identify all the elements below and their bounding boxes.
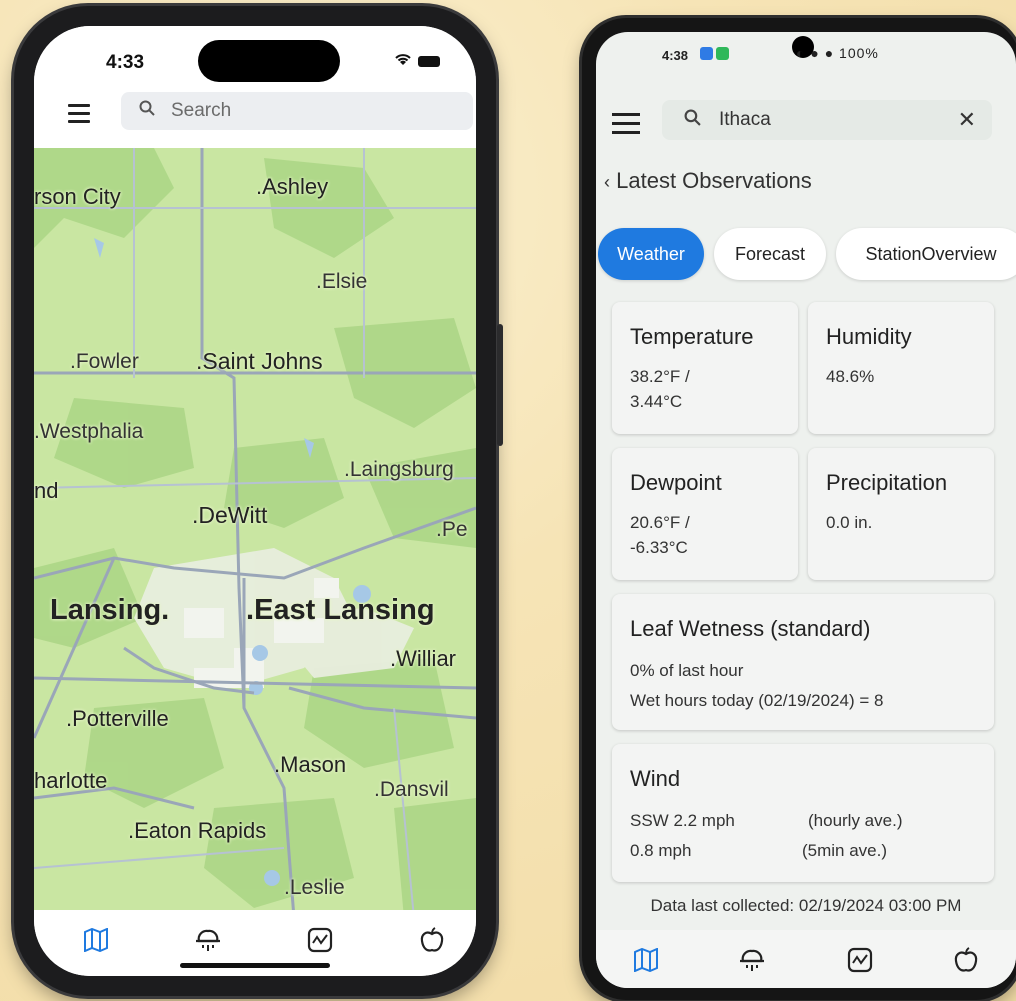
map-label-charlotte: harlotte — [34, 768, 108, 793]
tab-station-overview[interactable]: StationOverview — [836, 228, 1016, 280]
map-label-westphalia: .Westphalia — [34, 420, 144, 443]
map-icon — [84, 928, 108, 952]
tab-map[interactable] — [626, 940, 666, 980]
search-value: Ithaca — [719, 109, 771, 130]
back-button[interactable]: ‹ Latest Observations — [604, 168, 812, 194]
battery-level: 100% — [839, 45, 879, 61]
iphone-screen: 4:33 Search rson City .Ashley .Elsie .Fo… — [34, 26, 476, 976]
map-label-saint-johns: .Saint Johns — [196, 348, 323, 374]
chart-icon — [307, 927, 333, 953]
card-title: Temperature — [630, 324, 754, 349]
map-label-fowler: .Fowler — [70, 350, 139, 373]
precipitation-card: Precipitation 0.0 in. — [808, 448, 994, 580]
wind-card: Wind SSW 2.2 mph (hourly ave.) 0.8 mph (… — [612, 744, 994, 882]
map-label-dewitt: .DeWitt — [192, 502, 268, 528]
weather-icon — [740, 949, 764, 971]
wind-note-5min: (5min ave.) — [802, 841, 888, 860]
notification-icon — [716, 47, 729, 60]
card-value: Wet hours today (02/19/2024) = 8 — [630, 691, 884, 710]
map-label-carson-city: rson City — [34, 184, 121, 209]
card-value: 3.44°C — [630, 392, 683, 411]
status-time: 4:33 — [106, 52, 145, 73]
map-label-dansville: .Dansvil — [374, 778, 449, 801]
map-label-nd: nd — [34, 478, 59, 503]
card-title: Wind — [630, 766, 681, 791]
map-view[interactable]: rson City .Ashley .Elsie .Fowler .Saint … — [34, 148, 476, 918]
temperature-card: Temperature 38.2°F / 3.44°C — [612, 302, 798, 434]
chart-icon — [847, 947, 873, 973]
search-icon — [139, 100, 155, 122]
notification-icon — [700, 47, 713, 60]
map-label-potterville: .Potterville — [66, 706, 169, 731]
wind-speed-hourly: SSW 2.2 mph — [630, 811, 735, 830]
map-label-eaton-rapids: .Eaton Rapids — [128, 818, 267, 843]
status-icons: ◐ ● ● 100% — [796, 45, 879, 61]
humidity-card: Humidity 48.6% — [808, 302, 994, 434]
tab-chart[interactable] — [840, 940, 880, 980]
battery-icon — [418, 56, 440, 68]
map-label-leslie: .Leslie — [284, 876, 345, 899]
android-screen: 4:38 ◐ ● ● 100% Ithaca ✕ ‹ Latest Observ… — [596, 32, 1016, 988]
status-time: 4:38 — [662, 48, 689, 63]
wifi-icon — [394, 53, 418, 70]
side-button — [497, 324, 503, 446]
search-input[interactable]: Search — [121, 92, 473, 130]
card-value: 20.6°F / — [630, 513, 690, 532]
map-icon — [634, 948, 658, 972]
card-title: Humidity — [826, 324, 912, 349]
search-icon — [684, 109, 701, 132]
card-value: 48.6% — [826, 367, 875, 386]
iphone-device: 4:33 Search rson City .Ashley .Elsie .Fo… — [14, 6, 503, 996]
tab-chart[interactable] — [300, 920, 340, 960]
app-header: Search — [34, 88, 476, 148]
card-value: -6.33°C — [630, 538, 688, 557]
weather-icon — [196, 929, 220, 951]
section-title: Latest Observations — [616, 168, 812, 193]
map-label-pe: .Pe — [436, 518, 468, 541]
map-label-elsie: .Elsie — [316, 270, 368, 293]
map-label-laingsburg: .Laingsburg — [344, 458, 454, 481]
status-bar: 4:38 ◐ ● ● 100% — [596, 32, 1016, 78]
card-title: Precipitation — [826, 470, 948, 495]
map-label-williamston: .Williar — [390, 646, 457, 671]
tab-weather[interactable] — [188, 920, 228, 960]
card-value: 38.2°F / — [630, 367, 690, 386]
map-label-ashley: .Ashley — [256, 174, 329, 199]
card-value: 0.0 in. — [826, 513, 873, 532]
search-input[interactable]: Ithaca ✕ — [662, 100, 992, 140]
menu-icon[interactable] — [612, 113, 640, 140]
card-title: Leaf Wetness (standard) — [630, 616, 871, 641]
tab-map[interactable] — [76, 920, 116, 960]
tab-apple[interactable] — [946, 940, 986, 980]
apple-icon — [420, 927, 444, 952]
app-header: Ithaca ✕ — [596, 96, 1016, 156]
tab-weather[interactable] — [732, 940, 772, 980]
leaf-wetness-card: Leaf Wetness (standard) 0% of last hour … — [612, 594, 994, 730]
map-base — [34, 148, 476, 918]
dynamic-island — [198, 40, 340, 82]
map-label-mason: .Mason — [274, 752, 347, 777]
tab-apple[interactable] — [412, 920, 452, 960]
dewpoint-card: Dewpoint 20.6°F / -6.33°C — [612, 448, 798, 580]
search-placeholder: Search — [171, 100, 232, 121]
home-indicator — [180, 963, 330, 968]
map-label-east-lansing: .East Lansing — [246, 594, 435, 626]
tab-weather[interactable]: Weather — [598, 228, 704, 280]
map-label-lansing: Lansing. — [50, 594, 170, 626]
status-icons — [394, 52, 440, 71]
view-tabs: Weather Forecast StationOverview — [598, 228, 1016, 284]
tab-forecast[interactable]: Forecast — [714, 228, 826, 280]
apple-icon — [954, 947, 978, 972]
close-icon[interactable]: ✕ — [958, 107, 976, 133]
wind-note-hourly: (hourly ave.) — [808, 811, 903, 830]
last-collected-text: Data last collected: 02/19/2024 03:00 PM — [650, 896, 962, 915]
status-icons-glyphs: ◐ ● ● — [796, 45, 835, 61]
tab-bar — [596, 930, 1016, 988]
menu-icon[interactable] — [68, 104, 90, 128]
chevron-left-icon: ‹ — [604, 172, 610, 192]
card-value: 0% of last hour — [630, 661, 744, 680]
wind-speed-5min: 0.8 mph — [630, 841, 692, 860]
android-device: 4:38 ◐ ● ● 100% Ithaca ✕ ‹ Latest Observ… — [582, 18, 1016, 1000]
card-title: Dewpoint — [630, 470, 722, 495]
